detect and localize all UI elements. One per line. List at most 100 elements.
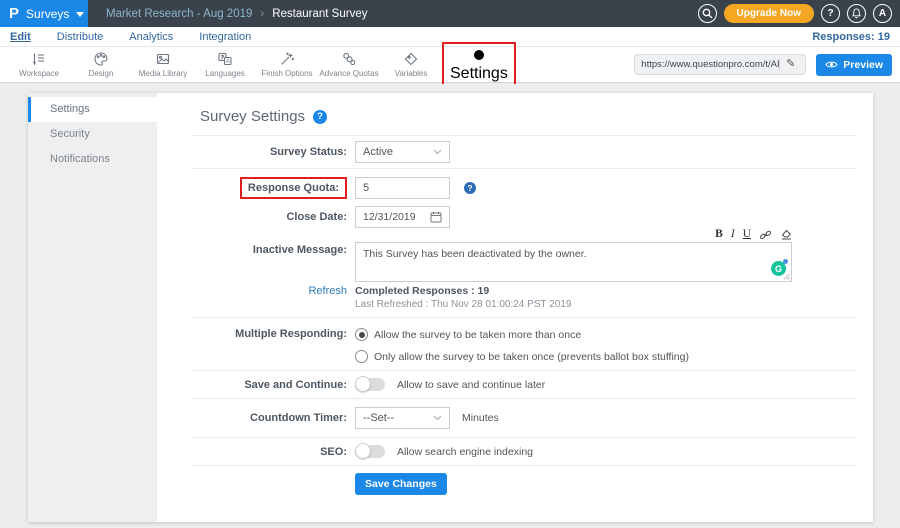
resize-handle[interactable]	[783, 273, 790, 280]
content-area: Settings Security Notifications Survey S…	[0, 84, 900, 528]
svg-text:A: A	[226, 59, 230, 65]
seo-toggle[interactable]	[355, 445, 385, 458]
preview-label: Preview	[843, 59, 883, 71]
languages-icon: A	[217, 51, 233, 67]
tool-workspace[interactable]: Workspace	[8, 51, 70, 78]
refresh-link[interactable]: Refresh	[192, 285, 347, 297]
survey-status-select[interactable]: Active	[355, 141, 450, 163]
chevron-down-icon	[433, 149, 442, 155]
multiple-responding-label: Multiple Responding:	[192, 328, 347, 340]
toggle-knob	[355, 376, 371, 392]
settings-icon[interactable]	[471, 47, 487, 63]
italic-button[interactable]: I	[731, 229, 735, 241]
help-button[interactable]: ?	[821, 4, 840, 23]
nav-item-integration[interactable]: Integration	[199, 31, 251, 43]
response-quota-label: Response Quota:	[248, 182, 339, 194]
variables-icon	[403, 51, 419, 67]
tool-label: Design	[89, 69, 114, 78]
sidebar-item-settings[interactable]: Settings	[28, 97, 157, 122]
save-continue-description: Allow to save and continue later	[397, 379, 545, 391]
search-icon	[702, 8, 713, 19]
nav-item-edit[interactable]: Edit	[10, 31, 31, 43]
seo-label: SEO:	[192, 446, 347, 458]
quota-help-icon[interactable]: ?	[464, 182, 476, 194]
survey-url-input[interactable]	[641, 59, 779, 70]
breadcrumb-folder[interactable]: Market Research - Aug 2019	[106, 8, 252, 20]
tool-label: Finish Options	[261, 69, 312, 78]
breadcrumb-survey-name[interactable]: Restaurant Survey	[272, 8, 367, 20]
survey-status-value: Active	[363, 146, 393, 158]
top-bar: P Surveys Market Research - Aug 2019 › R…	[0, 0, 900, 27]
breadcrumb: Market Research - Aug 2019 › Restaurant …	[106, 8, 367, 20]
radio-option-once[interactable]: Only allow the survey to be taken once (…	[355, 350, 689, 363]
design-icon	[93, 51, 109, 67]
countdown-suffix: Minutes	[462, 412, 499, 424]
brand-area[interactable]: P Surveys	[0, 0, 88, 27]
search-button[interactable]	[698, 4, 717, 23]
save-continue-label: Save and Continue:	[192, 379, 347, 391]
nav-item-distribute[interactable]: Distribute	[57, 31, 103, 43]
save-changes-button[interactable]: Save Changes	[355, 473, 447, 495]
annotation-box-settings: Settings	[442, 42, 516, 87]
sidebar-item-security[interactable]: Security	[28, 122, 157, 147]
radio-unselected-icon[interactable]	[355, 350, 368, 363]
edit-url-icon[interactable]: ✎	[779, 59, 795, 70]
countdown-timer-select[interactable]: --Set--	[355, 407, 450, 429]
responses-count[interactable]: Responses: 19	[812, 31, 890, 43]
tool-finish-options[interactable]: Finish Options	[256, 51, 318, 78]
media-library-icon	[155, 51, 171, 67]
survey-url-box[interactable]: ✎	[634, 54, 806, 75]
workspace-icon	[31, 51, 47, 67]
tool-variables[interactable]: Variables	[380, 51, 442, 78]
annotation-box-response-quota: Response Quota:	[240, 177, 347, 199]
countdown-timer-value: --Set--	[363, 412, 394, 424]
clear-format-icon[interactable]	[780, 229, 792, 240]
nav-item-analytics[interactable]: Analytics	[129, 31, 173, 43]
tool-label: Languages	[205, 69, 245, 78]
tool-label: Advance Quotas	[319, 69, 378, 78]
save-continue-toggle[interactable]	[355, 378, 385, 391]
close-date-input[interactable]: 12/31/2019	[355, 206, 450, 228]
radio-label: Only allow the survey to be taken once (…	[374, 351, 689, 363]
inactive-message-textarea[interactable]: This Survey has been deactivated by the …	[355, 242, 792, 282]
bold-button[interactable]: B	[715, 229, 723, 241]
response-quota-label-cell: Response Quota:	[192, 177, 347, 199]
help-icon[interactable]: ?	[313, 110, 327, 124]
notifications-button[interactable]	[847, 4, 866, 23]
settings-sidebar: Settings Security Notifications	[28, 93, 157, 522]
chevron-down-icon	[76, 12, 84, 17]
bell-icon	[851, 8, 862, 19]
tool-advance-quotas[interactable]: Advance Quotas	[318, 51, 380, 78]
calendar-icon[interactable]	[430, 211, 442, 223]
breadcrumb-separator: ›	[260, 8, 264, 20]
product-switcher-label: Surveys	[26, 7, 69, 21]
tool-label[interactable]: Settings	[450, 65, 508, 83]
tool-label: Media Library	[139, 69, 187, 78]
response-quota-input[interactable]	[355, 177, 450, 199]
tool-media-library[interactable]: Media Library	[132, 51, 194, 78]
underline-button[interactable]: U	[743, 229, 751, 241]
preview-button[interactable]: Preview	[816, 54, 892, 76]
link-icon[interactable]	[759, 230, 772, 240]
tool-design[interactable]: Design	[70, 51, 132, 78]
radio-label: Allow the survey to be taken more than o…	[374, 329, 581, 341]
tool-languages[interactable]: A Languages	[194, 51, 256, 78]
inactive-message-label: Inactive Message:	[192, 228, 347, 282]
avatar[interactable]: A	[873, 4, 892, 23]
seo-description: Allow search engine indexing	[397, 446, 533, 458]
last-refreshed: Last Refreshed : Thu Nov 28 01:00:24 PST…	[355, 299, 571, 310]
radio-option-multiple[interactable]: Allow the survey to be taken more than o…	[355, 328, 689, 341]
completed-responses: Completed Responses : 19	[355, 285, 489, 297]
sidebar-item-notifications[interactable]: Notifications	[28, 147, 157, 172]
edit-toolbar: Workspace Design Media Library A Languag…	[0, 47, 900, 83]
settings-main: Survey Settings ? Survey Status: Active	[157, 93, 873, 522]
questionpro-logo: P	[9, 6, 19, 21]
tool-label: Workspace	[19, 69, 59, 78]
advance-quotas-icon	[341, 51, 357, 67]
finish-options-icon	[279, 51, 295, 67]
page-title: Survey Settings	[200, 108, 305, 125]
radio-selected-icon[interactable]	[355, 328, 368, 341]
upgrade-now-button[interactable]: Upgrade Now	[724, 4, 814, 23]
countdown-timer-label: Countdown Timer:	[192, 412, 347, 424]
close-date-value: 12/31/2019	[363, 211, 416, 223]
